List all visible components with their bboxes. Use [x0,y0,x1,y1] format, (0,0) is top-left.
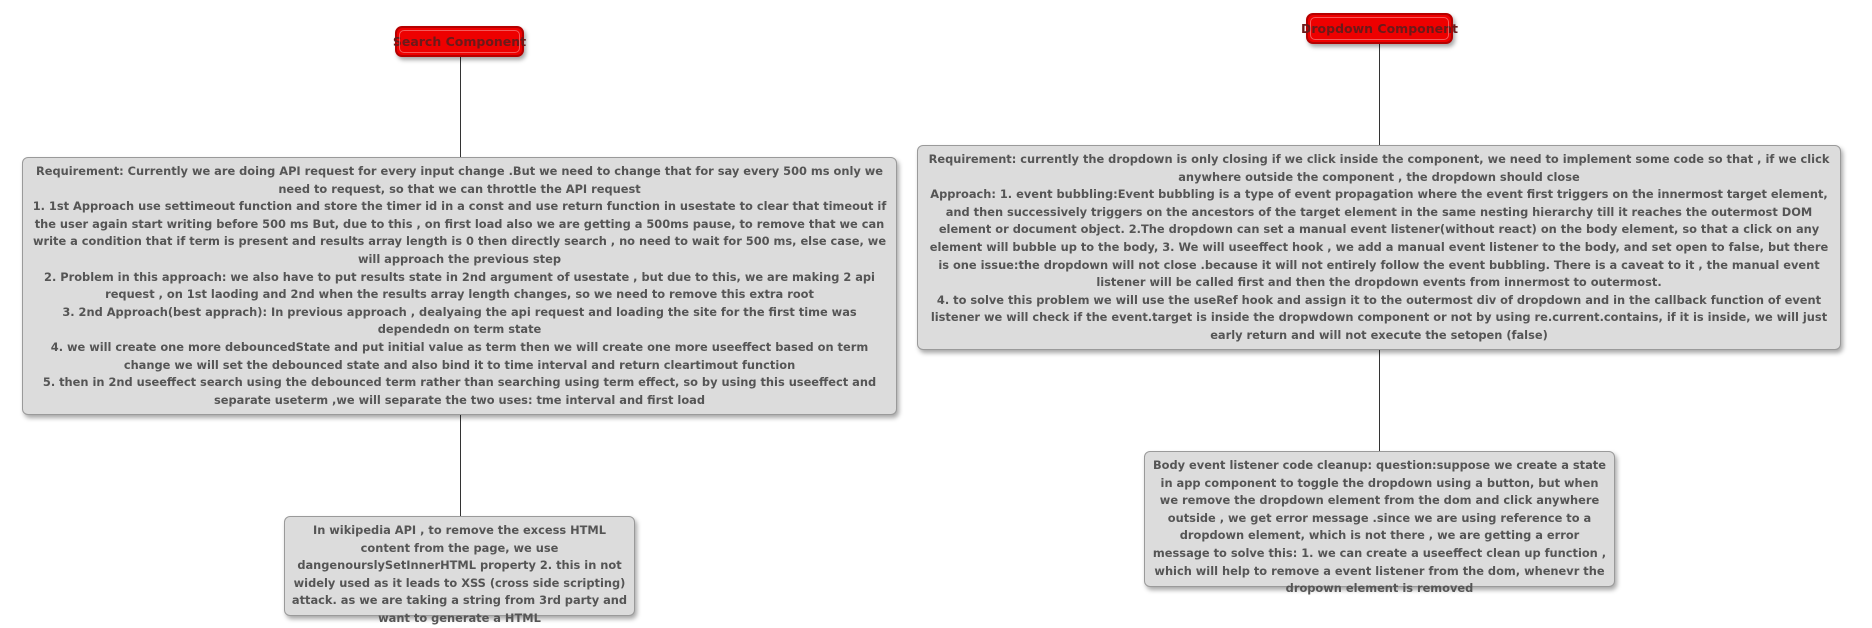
wikipedia-api-text: In wikipedia API , to remove the excess … [291,523,628,625]
search-note-line: 4. we will create one more debouncedStat… [50,339,869,372]
search-component-node[interactable]: Search Component [393,26,526,57]
search-note-line: 2. Problem in this approach: we also hav… [44,269,875,302]
dropdown-note-line: Requirement: currently the dropdown is o… [928,152,1830,184]
search-note-line: Requirement: Currently we are doing API … [35,164,883,196]
dropdown-requirement-note: Requirement: currently the dropdown is o… [917,145,1841,350]
connector-dropdown-title-to-note [1379,35,1380,146]
connector-search-title-to-note [460,46,461,158]
body-event-listener-text: Body event listener code cleanup: questi… [1152,458,1607,596]
wikipedia-api-note: In wikipedia API , to remove the excess … [284,516,635,625]
dropdown-note-line: 4. to solve this problem we will use the… [930,292,1828,342]
search-note-line: 1. 1st Approach use settimeout function … [32,199,887,266]
connector-dropdown-note-to-child [1379,349,1380,452]
search-requirement-note: Requirement: Currently we are doing API … [22,157,897,415]
body-event-listener-note: Body event listener code cleanup: questi… [1144,451,1615,595]
dropdown-note-line: Approach: 1. event bubbling:Event bubbli… [929,187,1829,290]
search-note-line: 3. 2nd Approach(best apprach): In previo… [62,304,857,337]
dropdown-component-node[interactable]: Dropdown Component [1301,13,1458,44]
connector-search-note-to-child [460,414,461,517]
search-note-line: 5. then in 2nd useeffect search using th… [42,375,877,407]
